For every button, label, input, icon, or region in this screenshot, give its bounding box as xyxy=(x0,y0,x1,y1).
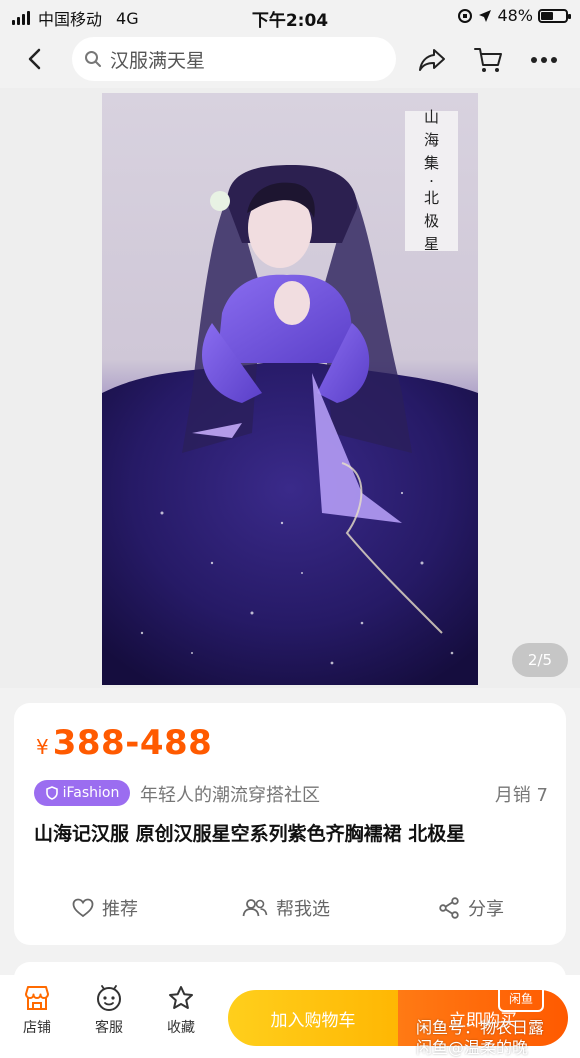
store-tab[interactable]: 店铺 xyxy=(7,985,67,1037)
help-choose-label: 帮我选 xyxy=(276,899,330,920)
price-value: 388-488 xyxy=(52,723,213,763)
share-button[interactable] xyxy=(416,44,448,76)
service-label: 客服 xyxy=(95,1020,123,1036)
service-tab[interactable]: 客服 xyxy=(79,985,139,1037)
share-arrow-icon xyxy=(419,49,445,71)
add-to-cart-button[interactable]: 加入购物车 xyxy=(228,990,398,1046)
action-row: 推荐 帮我选 分享 xyxy=(14,895,566,927)
back-button[interactable] xyxy=(20,44,50,74)
photo-caption: 山 海 集 · 北 极 星 xyxy=(405,108,458,253)
star-icon xyxy=(169,986,193,1009)
location-icon xyxy=(479,9,492,22)
share-nodes-icon xyxy=(439,897,459,919)
photo-caption-char: 山 xyxy=(423,108,439,126)
watermark-line-2: 闲鱼@温柔的晚 xyxy=(416,1038,529,1057)
favorite-tab[interactable]: 收藏 xyxy=(151,985,211,1037)
product-photo[interactable]: 山 海 集 · 北 极 星 xyxy=(102,93,478,685)
battery-icon xyxy=(538,8,571,23)
nav-bar: 汉服满天星 xyxy=(0,32,580,88)
photo-gallery[interactable]: 山 海 集 · 北 极 星 2/5 xyxy=(0,88,580,688)
watermark: 闲鱼 闲鱼号：物农日露 闲鱼@温柔的晚 xyxy=(416,984,576,1057)
photo-caption-char: · xyxy=(429,172,434,190)
orientation-lock-icon xyxy=(458,8,473,23)
heart-icon xyxy=(72,898,94,918)
product-title: 山海记汉服 原创汉服星空系列紫色齐胸襦裙 北极星 xyxy=(34,823,466,845)
page-indicator: 2/5 xyxy=(512,643,568,677)
ifashion-badge[interactable]: iFashion xyxy=(34,780,130,806)
search-text: 汉服满天星 xyxy=(110,49,206,72)
more-button[interactable] xyxy=(528,44,560,76)
shield-icon xyxy=(45,786,58,800)
favorite-label: 收藏 xyxy=(167,1020,195,1036)
search-input[interactable]: 汉服满天星 xyxy=(72,37,396,81)
chevron-left-icon xyxy=(28,48,41,70)
badge-label: iFashion xyxy=(62,785,120,801)
service-face-icon xyxy=(97,985,121,1011)
search-icon xyxy=(85,51,101,67)
recommend-label: 推荐 xyxy=(102,899,138,920)
product-info-card: ¥ 388-488 iFashion 年轻人的潮流穿搭社区 月销 7 山海记汉服… xyxy=(14,703,566,945)
cart-icon xyxy=(474,48,502,72)
status-right: 48% xyxy=(457,6,571,25)
battery-percent: 48% xyxy=(497,6,533,25)
help-choose-button[interactable]: 帮我选 xyxy=(242,895,330,921)
recommend-button[interactable]: 推荐 xyxy=(72,895,138,921)
battery-fill xyxy=(541,11,553,20)
cart-button[interactable] xyxy=(472,44,504,76)
tagline: 年轻人的潮流穿搭社区 xyxy=(140,785,320,806)
more-dots-icon xyxy=(531,57,557,63)
price: ¥ 388-488 xyxy=(36,723,212,763)
photo-caption-char: 极 xyxy=(423,212,439,230)
share-label: 分享 xyxy=(468,899,504,920)
store-label: 店铺 xyxy=(23,1020,51,1036)
photo-caption-char: 海 xyxy=(423,131,439,149)
group-icon xyxy=(242,899,268,917)
monthly-sales: 月销 7 xyxy=(494,785,548,806)
photo-caption-char: 星 xyxy=(423,235,439,253)
share-action-button[interactable]: 分享 xyxy=(438,895,504,921)
photo-caption-char: 北 xyxy=(423,189,439,207)
currency-symbol: ¥ xyxy=(36,735,49,759)
store-icon xyxy=(25,986,49,1010)
status-bar: 中国移动 4G 下午2:04 48% xyxy=(0,0,580,32)
watermark-logo: 闲鱼 xyxy=(498,984,544,1012)
